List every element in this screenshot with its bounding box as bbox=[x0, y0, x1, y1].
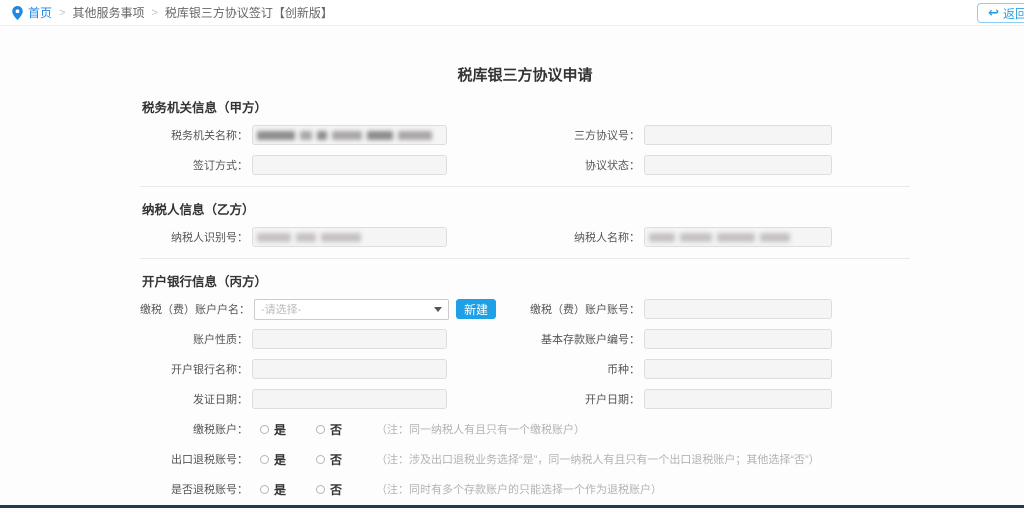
export-rebate-yes-radio[interactable] bbox=[260, 455, 269, 464]
is-rebate-yes-radio[interactable] bbox=[260, 485, 269, 494]
breadcrumb-separator: > bbox=[151, 7, 157, 19]
bank-name-field[interactable] bbox=[252, 359, 447, 379]
breadcrumb-item-other-services[interactable]: 其他服务事项 bbox=[72, 4, 144, 21]
pay-tax-account-no-radio[interactable] bbox=[316, 425, 325, 434]
pay-tax-account-yes-radio[interactable] bbox=[260, 425, 269, 434]
new-account-button[interactable]: 新建 bbox=[456, 299, 496, 319]
pay-account-name-label: 缴税（费）账户户名： bbox=[140, 301, 254, 317]
yes-option-label: 是 bbox=[274, 481, 286, 498]
pay-account-name-select[interactable]: -请选择- bbox=[254, 299, 449, 320]
is-rebate-account-label: 是否退税账号： bbox=[140, 481, 252, 497]
basic-deposit-no-field[interactable] bbox=[644, 329, 832, 349]
no-option-label: 否 bbox=[330, 421, 342, 438]
redacted-value bbox=[257, 233, 361, 242]
tax-authority-name-field[interactable] bbox=[252, 125, 447, 145]
currency-field[interactable] bbox=[644, 359, 832, 379]
taxpayer-name-label: 纳税人名称： bbox=[525, 229, 644, 245]
account-nature-field[interactable] bbox=[252, 329, 447, 349]
account-nature-label: 账户性质： bbox=[140, 331, 252, 347]
pay-account-name-placeholder: -请选择- bbox=[261, 301, 301, 317]
tax-authority-name-label: 税务机关名称： bbox=[140, 127, 252, 143]
location-pin-icon bbox=[12, 6, 23, 20]
basic-deposit-no-label: 基本存款账户编号： bbox=[525, 331, 644, 347]
issue-date-label: 发证日期： bbox=[140, 391, 252, 407]
top-back-button[interactable]: ↩ 返回 bbox=[977, 3, 1024, 23]
page-title: 税库银三方协议申请 bbox=[140, 64, 910, 85]
application-form: 税库银三方协议申请 税务机关信息（甲方） 税务机关名称： 三方协议号： 签订方式… bbox=[140, 64, 910, 512]
section-header-tax-authority: 税务机关信息（甲方） bbox=[142, 97, 910, 116]
yes-option-label: 是 bbox=[274, 421, 286, 438]
agreement-no-field[interactable] bbox=[644, 125, 832, 145]
agreement-status-label: 协议状态： bbox=[525, 157, 644, 173]
section-header-bank: 开户银行信息（丙方） bbox=[142, 271, 910, 290]
taxpayer-name-field[interactable] bbox=[644, 227, 832, 247]
chevron-down-icon bbox=[434, 307, 442, 312]
agreement-no-label: 三方协议号： bbox=[525, 127, 644, 143]
issue-date-field[interactable] bbox=[252, 389, 447, 409]
is-rebate-no-radio[interactable] bbox=[316, 485, 325, 494]
pay-tax-account-label: 缴税账户： bbox=[140, 421, 252, 437]
is-rebate-note: （注：同时有多个存款账户的只能选择一个作为退税账户） bbox=[376, 481, 662, 497]
open-date-label: 开户日期： bbox=[525, 391, 644, 407]
bank-name-label: 开户银行名称： bbox=[140, 361, 252, 377]
breadcrumb-item-current-page: 税库银三方协议签订【创新版】 bbox=[165, 4, 333, 21]
taxpayer-id-field[interactable] bbox=[252, 227, 447, 247]
export-rebate-note: （注：涉及出口退税业务选择“是”，同一纳税人有且只有一个出口退税账户；其他选择“… bbox=[376, 451, 820, 467]
redacted-value bbox=[649, 233, 790, 242]
section-divider bbox=[140, 258, 910, 259]
agreement-status-field[interactable] bbox=[644, 155, 832, 175]
yes-option-label: 是 bbox=[274, 451, 286, 468]
no-option-label: 否 bbox=[330, 451, 342, 468]
open-date-field[interactable] bbox=[644, 389, 832, 409]
currency-label: 币种： bbox=[525, 361, 644, 377]
back-arrow-icon: ↩ bbox=[988, 5, 999, 21]
breadcrumb-bar: 首页 > 其他服务事项 > 税库银三方协议签订【创新版】 ↩ 返回 bbox=[0, 0, 1024, 26]
redacted-value bbox=[257, 131, 432, 140]
export-rebate-no-radio[interactable] bbox=[316, 455, 325, 464]
pay-tax-account-note: （注：同一纳税人有且只有一个缴税账户） bbox=[376, 421, 585, 437]
section-header-taxpayer: 纳税人信息（乙方） bbox=[142, 199, 910, 218]
pay-account-no-field[interactable] bbox=[644, 299, 832, 319]
taxpayer-id-label: 纳税人识别号： bbox=[140, 229, 252, 245]
sign-method-field[interactable] bbox=[252, 155, 447, 175]
pay-account-no-label: 缴税（费）账户账号： bbox=[525, 301, 644, 317]
section-divider bbox=[140, 186, 910, 187]
no-option-label: 否 bbox=[330, 481, 342, 498]
breadcrumb-separator: > bbox=[59, 7, 65, 19]
top-back-button-label: 返回 bbox=[1003, 5, 1024, 22]
sign-method-label: 签订方式： bbox=[140, 157, 252, 173]
breadcrumb-home-link[interactable]: 首页 bbox=[28, 4, 52, 21]
bottom-border-bar bbox=[0, 505, 1024, 508]
export-rebate-account-label: 出口退税账号： bbox=[140, 451, 252, 467]
